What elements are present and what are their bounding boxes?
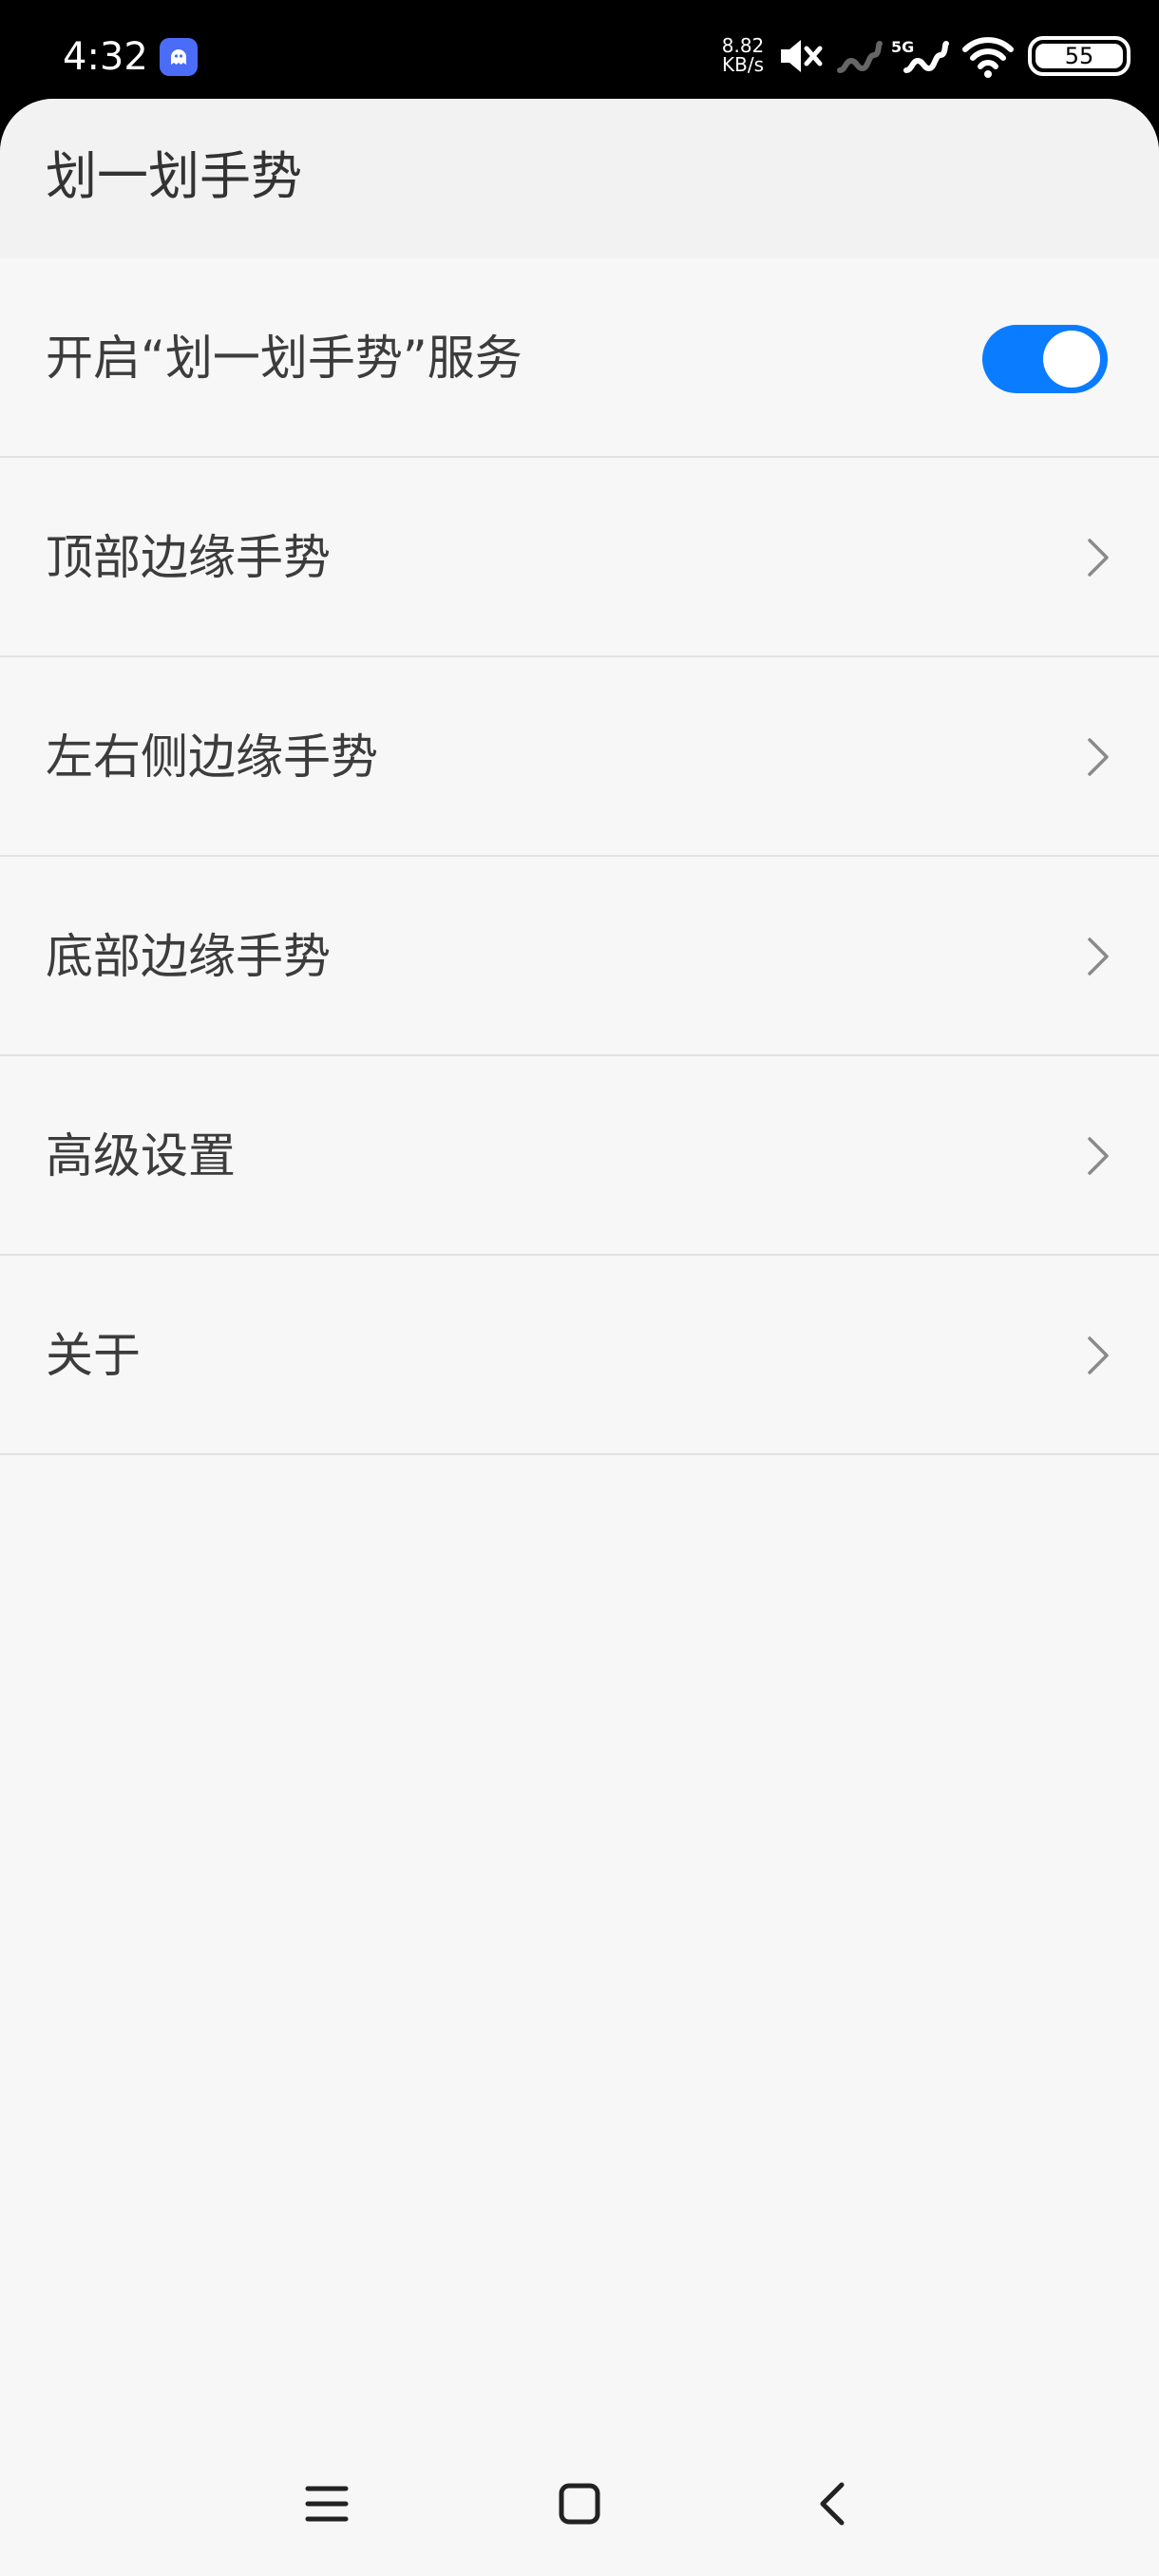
settings-item-label: 左右侧边缘手势 (46, 729, 378, 785)
signal-5g-icon (902, 32, 950, 84)
signal-1-icon (836, 32, 884, 84)
settings-item-label: 关于 (46, 1328, 141, 1383)
settings-item-about[interactable]: 关于 (0, 1256, 1159, 1455)
home-button[interactable] (522, 2432, 636, 2576)
chevron-right-icon (1085, 1134, 1112, 1178)
chevron-right-icon (1085, 1334, 1112, 1377)
back-button[interactable] (775, 2432, 889, 2576)
network-speed: 8.82 KB/s (714, 36, 771, 74)
settings-item-side-edge-gesture[interactable]: 左右侧边缘手势 (0, 657, 1159, 857)
chevron-right-icon (1085, 536, 1112, 579)
settings-item-label: 底部边缘手势 (46, 929, 331, 984)
chevron-right-icon (1085, 935, 1112, 978)
menu-icon (305, 2486, 349, 2522)
wifi-icon (961, 32, 1015, 84)
battery-level: 55 (1064, 43, 1094, 69)
battery-icon: 55 (1028, 36, 1130, 76)
service-toggle-row[interactable]: 开启“划一划手势”服务 (0, 258, 1159, 458)
settings-item-label: 顶部边缘手势 (46, 530, 331, 585)
status-time: 4:32 (63, 35, 148, 79)
settings-list: 开启“划一划手势”服务 顶部边缘手势 左右侧边缘手势 底部边缘手势 高级设置 关… (0, 258, 1159, 1455)
network-speed-value: 8.82 (721, 34, 765, 57)
settings-item-label: 高级设置 (46, 1128, 236, 1184)
menu-button[interactable] (270, 2432, 384, 2576)
settings-item-advanced[interactable]: 高级设置 (0, 1056, 1159, 1256)
settings-item-bottom-edge-gesture[interactable]: 底部边缘手势 (0, 857, 1159, 1056)
service-toggle-switch[interactable] (982, 325, 1108, 393)
navigation-bar (0, 2432, 1159, 2576)
settings-sheet: 划一划手势 开启“划一划手势”服务 顶部边缘手势 左右侧边缘手势 底部边缘手势 (0, 99, 1159, 2576)
header: 划一划手势 (0, 99, 1159, 258)
home-icon (559, 2483, 600, 2525)
network-speed-unit: KB/s (722, 53, 764, 76)
status-bar: 4:32 8.82 KB/s 5G 55 (0, 0, 1159, 99)
chevron-right-icon (1085, 735, 1112, 779)
mute-icon (777, 32, 825, 84)
page-title: 划一划手势 (46, 146, 302, 206)
app-notification-icon (160, 38, 198, 76)
toggle-knob (1043, 331, 1100, 388)
settings-item-top-edge-gesture[interactable]: 顶部边缘手势 (0, 458, 1159, 657)
back-icon (820, 2482, 845, 2526)
service-toggle-label: 开启“划一划手势”服务 (46, 331, 522, 386)
